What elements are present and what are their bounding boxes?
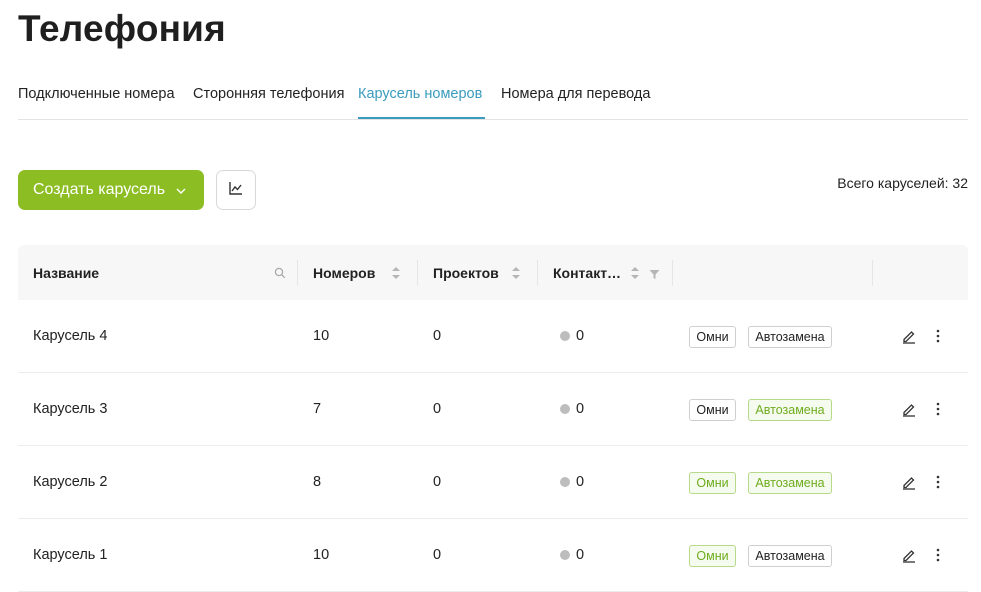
line-chart-icon [228, 180, 244, 201]
column-divider [872, 260, 873, 286]
column-header-projects[interactable]: Проектов [433, 245, 499, 300]
sort-icon[interactable] [511, 265, 521, 281]
numbers-count: 10 [313, 328, 330, 344]
status-dot [560, 550, 570, 560]
more-options-icon[interactable] [928, 399, 948, 419]
column-divider [672, 260, 673, 286]
contacts-count: 0 [576, 328, 585, 344]
edit-icon[interactable] [899, 472, 919, 492]
omni-tag[interactable]: Омни [689, 545, 736, 567]
column-divider [417, 260, 418, 286]
table-row[interactable]: Карусель 2 8 0 0 Омни Автозамена [18, 446, 968, 519]
table-header: Название Номеров Проектов Контакт… [18, 245, 968, 300]
sort-icon[interactable] [630, 265, 640, 281]
statistics-button[interactable] [216, 170, 256, 210]
more-options-icon[interactable] [928, 326, 948, 346]
contacts-count: 0 [576, 401, 585, 417]
contacts-count: 0 [576, 547, 585, 563]
omni-tag[interactable]: Омни [689, 326, 736, 348]
column-header-numbers[interactable]: Номеров [313, 245, 375, 300]
contacts-cell: 0 [560, 373, 584, 445]
omni-tag[interactable]: Омни [689, 399, 736, 421]
more-options-icon[interactable] [928, 472, 948, 492]
projects-count: 0 [433, 474, 442, 490]
auto-replace-tag[interactable]: Автозамена [748, 399, 832, 421]
search-icon[interactable] [274, 266, 286, 284]
auto-replace-tag[interactable]: Автозамена [748, 545, 832, 567]
numbers-count: 7 [313, 401, 322, 417]
more-options-icon[interactable] [928, 545, 948, 565]
create-carousel-button[interactable]: Создать карусель [18, 170, 204, 210]
omni-tag[interactable]: Омни [689, 472, 736, 494]
carousel-name[interactable]: Карусель 2 [33, 446, 107, 518]
carousel-name[interactable]: Карусель 1 [33, 519, 107, 591]
carousel-table: Название Номеров Проектов Контакт… Карус… [18, 245, 968, 592]
status-dot [560, 331, 570, 341]
edit-icon[interactable] [899, 326, 919, 346]
tab-transfer-numbers[interactable]: Номера для перевода [501, 86, 650, 102]
auto-replace-tag[interactable]: Автозамена [748, 326, 832, 348]
contacts-cell: 0 [560, 446, 584, 518]
chevron-down-icon [175, 184, 187, 196]
filter-icon[interactable] [649, 267, 660, 285]
numbers-count: 10 [313, 547, 330, 563]
projects-count: 0 [433, 328, 442, 344]
total-carousels: Всего каруселей: 32 [837, 175, 968, 191]
create-carousel-label: Создать карусель [33, 181, 166, 198]
contacts-cell: 0 [560, 519, 584, 591]
edit-icon[interactable] [899, 545, 919, 565]
page-title: Телефония [18, 8, 226, 49]
tab-third-party-telephony[interactable]: Сторонняя телефония [193, 86, 344, 102]
column-header-name[interactable]: Название [33, 245, 99, 300]
projects-count: 0 [433, 401, 442, 417]
status-dot [560, 404, 570, 414]
contacts-count: 0 [576, 474, 585, 490]
column-header-contacts[interactable]: Контакт… [553, 245, 621, 300]
auto-replace-tag[interactable]: Автозамена [748, 472, 832, 494]
tab-number-carousel[interactable]: Карусель номеров [358, 86, 482, 102]
active-tab-indicator [358, 117, 485, 119]
tab-connected-numbers[interactable]: Подключенные номера [18, 86, 175, 102]
carousel-name[interactable]: Карусель 3 [33, 373, 107, 445]
table-row[interactable]: Карусель 1 10 0 0 Омни Автозамена [18, 519, 968, 592]
table-row[interactable]: Карусель 3 7 0 0 Омни Автозамена [18, 373, 968, 446]
edit-icon[interactable] [899, 399, 919, 419]
projects-count: 0 [433, 547, 442, 563]
column-divider [537, 260, 538, 286]
sort-icon[interactable] [391, 265, 401, 281]
status-dot [560, 477, 570, 487]
column-divider [297, 260, 298, 286]
numbers-count: 8 [313, 474, 322, 490]
contacts-cell: 0 [560, 300, 584, 372]
carousel-name[interactable]: Карусель 4 [33, 300, 107, 372]
table-row[interactable]: Карусель 4 10 0 0 Омни Автозамена [18, 300, 968, 373]
tab-bar: Подключенные номера Сторонняя телефония … [18, 72, 968, 120]
